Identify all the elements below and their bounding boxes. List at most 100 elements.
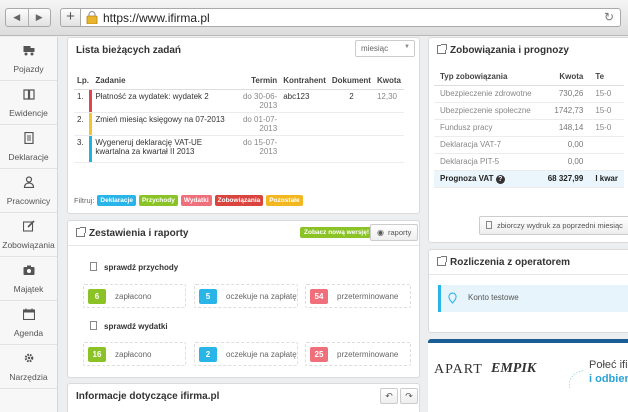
sidebar-item-pracownicy[interactable]: Pracownicy	[0, 169, 57, 213]
operator-panel: Rozliczenia z operatorem Konto testowe	[428, 249, 628, 333]
document-icon	[23, 132, 34, 144]
undo-button[interactable]: ↶	[380, 388, 398, 404]
sidebar-item-label: Majątek	[13, 284, 44, 294]
col-term: Te	[589, 68, 624, 86]
nav-buttons: ◀ ▶	[5, 8, 51, 27]
sidebar: Pojazdy Ewidencje Deklaracje Pracownicy …	[0, 37, 58, 412]
table-row[interactable]: Ubezpieczenie społeczne 1742,73 15-0	[434, 102, 624, 120]
camera-icon	[23, 265, 34, 275]
tasks-table: Lp. Zadanie Termin Kontrahent Dokument K…	[74, 72, 404, 163]
reports-title: Zestawienia i raporty	[76, 227, 188, 239]
document-icon	[90, 321, 97, 330]
back-icon: ◀	[13, 12, 21, 22]
expenses-paid[interactable]: 16 zapłacono	[83, 342, 186, 366]
expenses-pending[interactable]: 2 oczekuje na zapłatę	[194, 342, 298, 366]
sidebar-item-narzedzia[interactable]: Narzędzia	[0, 345, 57, 389]
empik-logo: EMPIK	[491, 361, 537, 376]
account-label: Konto testowe	[468, 293, 519, 302]
new-version-button[interactable]: Zobacz nową wersję!	[300, 227, 374, 238]
reload-icon[interactable]: ↻	[604, 10, 614, 24]
sidebar-item-deklaracje[interactable]: Deklaracje	[0, 125, 57, 169]
arrow-decoration	[569, 370, 584, 389]
table-row[interactable]: 2. Zmień miesiąc księgowy na 07-2013 do …	[74, 112, 404, 136]
operator-title: Rozliczenia z operatorem	[437, 256, 570, 268]
forward-button[interactable]: ▶	[29, 9, 51, 26]
col-amount: Kwota	[373, 72, 404, 90]
col-amount: Kwota	[539, 68, 590, 86]
people-icon	[23, 176, 34, 188]
expenses-overdue[interactable]: 25 przeterminowane	[305, 342, 411, 366]
banner-line-1: Połeć ifir	[589, 359, 628, 371]
info-panel: Informacje dotyczące ifirma.pl ↶ ↷	[67, 383, 420, 412]
income-paid[interactable]: 6 zapłacono	[83, 284, 186, 308]
sidebar-item-zobowiazania[interactable]: Zobowiązania	[0, 213, 57, 257]
filter-wydatki[interactable]: Wydatki	[180, 195, 212, 206]
sidebar-item-label: Ewidencje	[9, 108, 48, 118]
period-select[interactable]: miesiąc ▼	[355, 40, 415, 57]
divider	[429, 274, 628, 275]
sidebar-item-pojazdy[interactable]: Pojazdy	[0, 37, 57, 81]
sidebar-item-label: Pojazdy	[13, 64, 44, 74]
col-doc: Dokument	[328, 72, 374, 90]
col-task: Zadanie	[92, 72, 234, 90]
table-row[interactable]: Fundusz pracy 148,14 15-0	[434, 119, 624, 137]
calendar-icon	[22, 308, 35, 320]
summary-print-button[interactable]: zbiorczy wydruk za poprzedni miesiąc	[479, 216, 628, 235]
expenses-section-label[interactable]: sprawdź wydatki	[90, 321, 168, 331]
table-row[interactable]: 3. Wygeneruj deklarację VAT-UE kwartalna…	[74, 135, 404, 163]
undo-icon: ↶	[385, 391, 393, 401]
external-link-icon	[437, 44, 447, 54]
filter-przychody[interactable]: Przychody	[138, 195, 178, 206]
location-pin-icon	[448, 292, 457, 304]
filter-pozostale[interactable]: Pozostałe	[266, 195, 303, 206]
promo-banner[interactable]: APART EMPIK Połeć ifir i odbiera	[428, 339, 628, 412]
raporty-button[interactable]: ◉ raporty	[370, 224, 419, 241]
app-window: ◀ ▶ + https://www.ifirma.pl ↻ Pojazdy Ew…	[0, 0, 628, 412]
redo-button[interactable]: ↷	[400, 388, 418, 404]
col-type: Typ zobowiązania	[434, 68, 540, 86]
plus-icon: +	[66, 8, 75, 25]
tasks-title: Lista bieżących zadań	[76, 45, 182, 56]
table-row[interactable]: Ubezpieczenie zdrowotne 730,26 15-0	[434, 85, 624, 103]
help-icon[interactable]: ?	[495, 174, 505, 184]
filter-deklaracje[interactable]: Deklaracje	[97, 195, 136, 206]
sidebar-item-agenda[interactable]: Agenda	[0, 301, 57, 345]
table-row[interactable]: Deklaracja PIT-5 0,00	[434, 153, 624, 171]
tasks-panel: Lista bieżących zadań miesiąc ▼ Lp. Zada…	[67, 37, 420, 214]
divider	[68, 245, 419, 246]
chevron-down-icon: ▼	[404, 44, 410, 50]
external-link-icon	[76, 227, 86, 237]
obligations-title: Zobowiązania i prognozy	[437, 44, 569, 56]
pencil-icon	[22, 220, 35, 232]
back-button[interactable]: ◀	[6, 9, 29, 26]
sidebar-item-label: Pracownicy	[6, 196, 51, 206]
col-contractor: Kontrahent	[280, 72, 329, 90]
banner-line-2: i odbiera	[589, 373, 628, 385]
account-row[interactable]: Konto testowe	[438, 285, 628, 312]
browser-toolbar: ◀ ▶ + https://www.ifirma.pl ↻	[0, 0, 628, 36]
income-overdue[interactable]: 54 przeterminowane	[305, 284, 411, 308]
forward-icon: ▶	[35, 12, 43, 22]
address-bar[interactable]: https://www.ifirma.pl ↻	[81, 8, 621, 27]
sidebar-item-label: Narzędzia	[9, 372, 48, 382]
filter-label: Filtruj:	[74, 196, 95, 205]
url-text: https://www.ifirma.pl	[103, 11, 210, 25]
income-pending[interactable]: 5 oczekuje na zapłatę	[194, 284, 298, 308]
sidebar-item-label: Agenda	[13, 328, 44, 338]
table-row[interactable]: 1. Płatność za wydatek: wydatek 2 do 30-…	[74, 89, 404, 113]
filter-zobowiazania[interactable]: Zobowiązania	[214, 195, 264, 206]
period-value: miesiąc	[361, 44, 389, 53]
document-icon	[90, 262, 97, 271]
obligations-table: Typ zobowiązania Kwota Te Ubezpieczenie …	[434, 68, 624, 188]
sidebar-item-label: Deklaracje	[8, 152, 49, 162]
vat-forecast-row[interactable]: Prognoza VAT ? 68 327,99 I kwar	[434, 170, 624, 188]
lock-icon	[86, 11, 98, 24]
book-icon	[22, 89, 35, 100]
info-title: Informacje dotyczące ifirma.pl	[76, 391, 220, 402]
table-row[interactable]: Deklaracja VAT-7 0,00	[434, 136, 624, 154]
sidebar-item-ewidencje[interactable]: Ewidencje	[0, 81, 57, 125]
banner-stripe	[428, 339, 628, 343]
sidebar-item-majatek[interactable]: Majątek	[0, 257, 57, 301]
income-section-label[interactable]: sprawdź przychody	[90, 262, 178, 272]
new-tab-button[interactable]: +	[60, 8, 81, 27]
